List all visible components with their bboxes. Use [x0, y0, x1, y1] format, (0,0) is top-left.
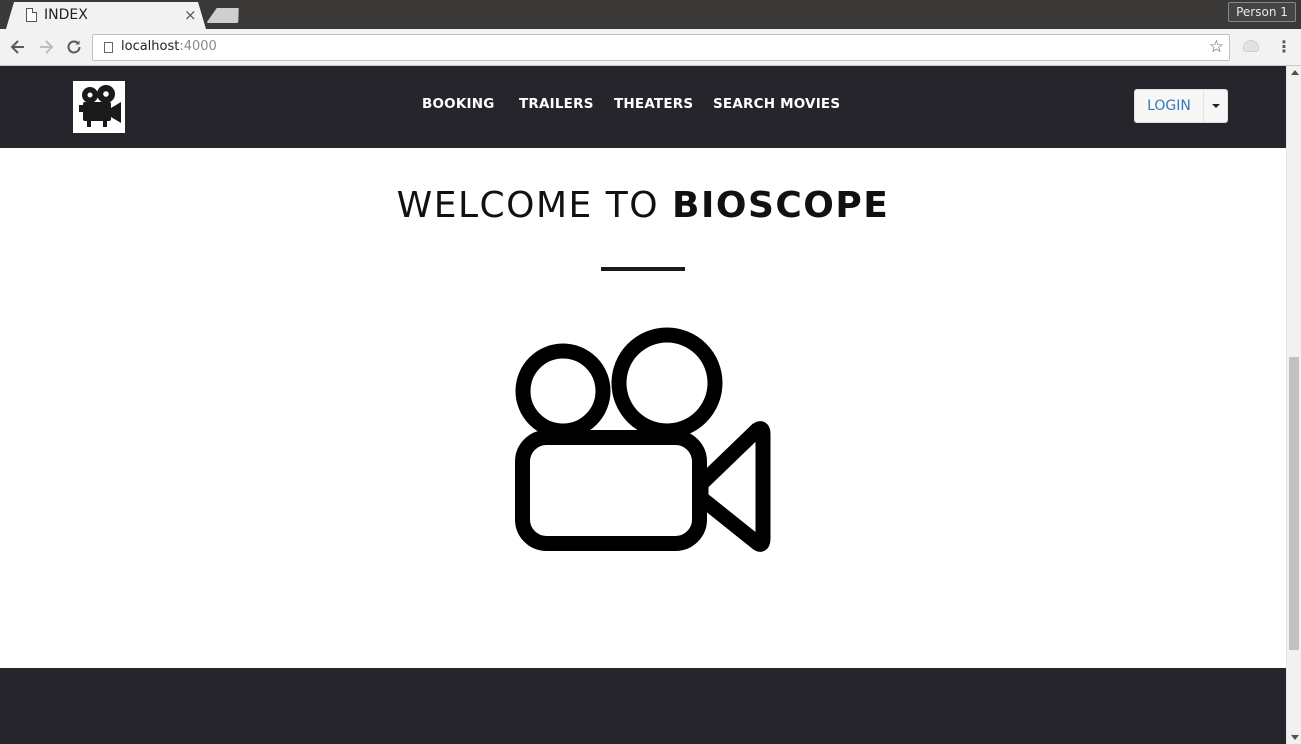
nav-link-search-movies[interactable]: SEARCH MOVIES: [713, 96, 840, 112]
url-port: :4000: [179, 39, 217, 54]
site-footer: [0, 668, 1286, 744]
scrollbar-thumb[interactable]: [1289, 357, 1299, 650]
movie-camera-icon: [513, 326, 773, 556]
scroll-up-icon[interactable]: [1291, 70, 1299, 75]
url-text[interactable]: localhost:4000: [121, 39, 217, 54]
brand-name: BIOSCOPE: [672, 185, 890, 226]
welcome-heading: WELCOME TO BIOSCOPE: [0, 185, 1286, 226]
kebab-menu-icon[interactable]: ⋮: [1276, 36, 1292, 58]
page-viewport: BOOKING TRAILERS THEATERS SEARCH MOVIES …: [0, 66, 1286, 744]
login-button[interactable]: LOGIN: [1135, 90, 1203, 122]
vertical-scrollbar[interactable]: [1286, 66, 1301, 744]
close-icon[interactable]: ×: [184, 6, 197, 24]
nav-link-trailers[interactable]: TRAILERS: [519, 96, 594, 112]
nav-link-theaters[interactable]: THEATERS: [614, 96, 693, 112]
page-icon: [26, 8, 37, 22]
arrow-left-icon[interactable]: [8, 37, 28, 57]
nav-links: BOOKING TRAILERS THEATERS SEARCH MOVIES: [0, 96, 1286, 116]
arrow-right-icon[interactable]: [36, 37, 56, 57]
login-dropdown-toggle[interactable]: [1203, 90, 1227, 122]
browser-tab-active[interactable]: INDEX ×: [6, 2, 206, 29]
address-bar[interactable]: localhost:4000 ☆: [92, 34, 1230, 61]
welcome-prefix: WELCOME TO: [396, 185, 672, 226]
heading-divider: [601, 267, 685, 271]
reload-icon[interactable]: [64, 37, 84, 57]
star-icon[interactable]: ☆: [1209, 37, 1224, 57]
tab-title: INDEX: [44, 7, 88, 23]
scroll-down-icon[interactable]: [1291, 735, 1299, 740]
page-icon: [104, 42, 113, 53]
browser-toolbar: localhost:4000 ☆: [0, 29, 1301, 66]
site-navbar: BOOKING TRAILERS THEATERS SEARCH MOVIES …: [0, 66, 1286, 148]
chevron-down-icon: [1212, 104, 1220, 108]
profile-button[interactable]: Person 1: [1228, 2, 1296, 22]
login-button-group: LOGIN: [1134, 89, 1228, 123]
url-host: localhost: [121, 39, 180, 54]
nav-link-booking[interactable]: BOOKING: [422, 96, 495, 112]
browser-tabstrip: INDEX × Person 1: [0, 0, 1301, 29]
extension-icon[interactable]: [1243, 40, 1259, 52]
new-tab-button[interactable]: [206, 8, 243, 23]
